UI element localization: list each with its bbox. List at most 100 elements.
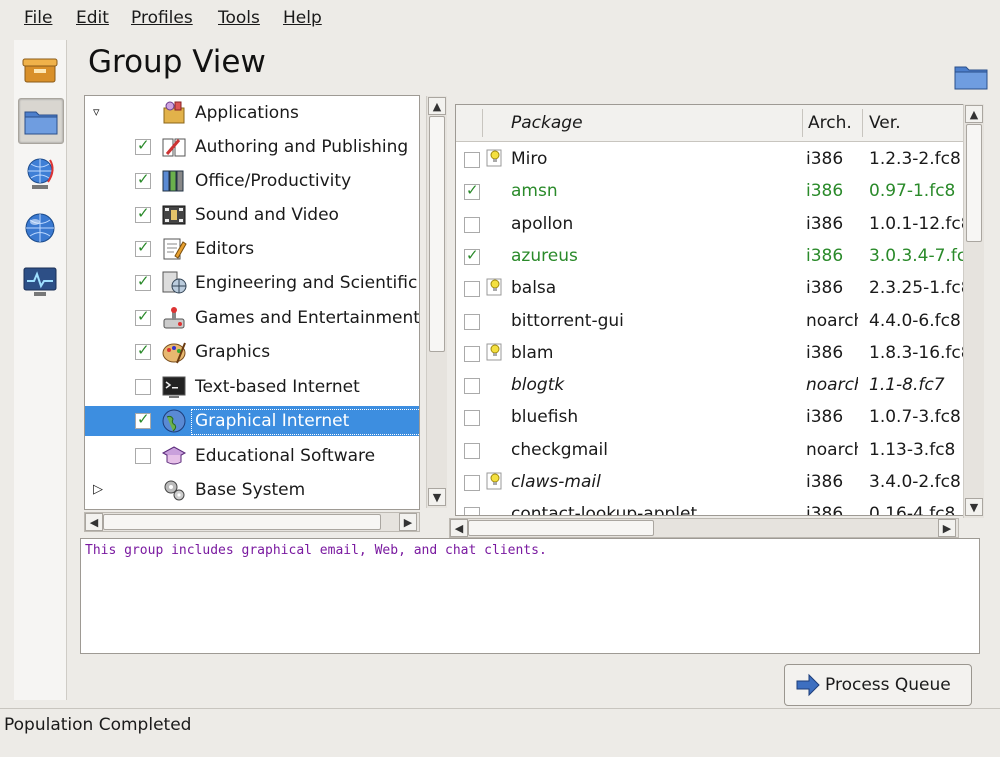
group-checkbox[interactable] xyxy=(135,448,151,464)
package-row[interactable]: bittorrent-gui noarch 4.4.0-6.fc8 xyxy=(456,305,964,337)
group-checkbox[interactable] xyxy=(135,341,151,360)
package-vertical-scrollbar[interactable]: ▲ ▼ xyxy=(963,104,984,518)
scroll-left-button[interactable]: ◀ xyxy=(85,513,103,531)
applications-icon xyxy=(161,100,187,126)
package-icon[interactable] xyxy=(18,48,62,92)
scroll-up-button[interactable]: ▲ xyxy=(428,97,446,115)
package-row[interactable]: azureus i386 3.0.3.4-7.fc8 xyxy=(456,240,964,272)
package-checkbox[interactable] xyxy=(464,281,480,298)
package-checkbox[interactable] xyxy=(464,442,480,459)
package-checkbox[interactable] xyxy=(464,475,480,491)
scrollbar-thumb[interactable] xyxy=(966,124,982,242)
package-row[interactable]: bluefish i386 1.0.7-3.fc8 xyxy=(456,401,964,433)
package-row[interactable]: checkgmail noarch 1.13-3.fc8 xyxy=(456,434,964,466)
scroll-left-button[interactable]: ◀ xyxy=(450,519,468,537)
package-version: 1.0.1-12.fc8 xyxy=(869,213,965,234)
globe-icon[interactable] xyxy=(18,206,62,250)
package-checkbox[interactable] xyxy=(464,152,480,168)
group-tree[interactable]: ▿ Applications Authoring and Publishing Off… xyxy=(84,95,420,510)
package-checkbox[interactable] xyxy=(464,246,480,265)
group-checkbox[interactable] xyxy=(135,272,151,291)
column-arch[interactable]: Arch. xyxy=(808,113,852,133)
tree-horizontal-scrollbar[interactable]: ◀ ▶ xyxy=(84,512,420,532)
package-checkbox[interactable] xyxy=(464,345,480,362)
package-row[interactable]: Miro i386 1.2.3-2.fc8 xyxy=(456,143,964,175)
column-version[interactable]: Ver. xyxy=(869,113,901,133)
package-row[interactable]: apollon i386 1.0.1-12.fc8 xyxy=(456,208,964,240)
network-globe-icon[interactable] xyxy=(18,152,62,196)
group-label: Graphics xyxy=(195,342,271,362)
group-checkbox[interactable] xyxy=(135,170,151,189)
group-label: Educational Software xyxy=(195,446,376,466)
tree-row-games-and-entertainment[interactable]: Games and Entertainment xyxy=(85,303,419,333)
group-checkbox[interactable] xyxy=(135,204,151,223)
group-checkbox[interactable] xyxy=(135,379,151,395)
package-version: 2.3.25-1.fc8 xyxy=(869,278,965,299)
tree-row-text-based-internet[interactable]: Text-based Internet xyxy=(85,372,419,402)
tree-row-sound-and-video[interactable]: Sound and Video xyxy=(85,200,419,230)
expander-expanded-icon[interactable]: ▿ xyxy=(93,105,100,120)
package-row[interactable]: claws-mail i386 3.4.0-2.fc8 xyxy=(456,466,964,498)
tree-row-authoring-and-publishing[interactable]: Authoring and Publishing xyxy=(85,132,419,162)
menu-profiles[interactable]: Profiles xyxy=(131,8,193,28)
tree-row-educational-software[interactable]: Educational Software xyxy=(85,441,419,471)
page-title: Group View xyxy=(88,44,266,80)
group-label: Editors xyxy=(195,239,255,259)
scroll-right-button[interactable]: ▶ xyxy=(399,513,417,531)
package-name: blogtk xyxy=(511,375,565,396)
package-arch: noarch xyxy=(806,310,858,331)
column-package[interactable]: Package xyxy=(511,113,583,133)
group-checkbox[interactable] xyxy=(135,410,151,429)
scroll-up-button[interactable]: ▲ xyxy=(965,105,983,123)
package-arch: i386 xyxy=(806,149,844,169)
package-row[interactable]: blogtk noarch 1.1-8.fc7 xyxy=(456,369,964,401)
package-checkbox[interactable] xyxy=(464,181,480,201)
arrow-right-icon xyxy=(796,673,820,697)
package-row[interactable]: balsa i386 2.3.25-1.fc8 xyxy=(456,272,964,304)
tree-row-graphics[interactable]: Graphics xyxy=(85,337,419,367)
tree-row-office-productivity[interactable]: Office/Productivity xyxy=(85,166,419,196)
package-version: 3.0.3.4-7.fc8 xyxy=(869,245,964,266)
package-row[interactable]: amsn i386 0.97-1.fc8 xyxy=(456,175,964,207)
tree-row-engineering-and-scientific[interactable]: Engineering and Scientific xyxy=(85,268,419,298)
scroll-down-button[interactable]: ▼ xyxy=(428,488,446,506)
group-checkbox[interactable] xyxy=(135,238,151,257)
package-version: 0.16-4.fc8 xyxy=(869,504,956,516)
package-horizontal-scrollbar[interactable]: ◀ ▶ xyxy=(449,518,959,538)
package-name: checkgmail xyxy=(511,439,608,460)
scroll-right-button[interactable]: ▶ xyxy=(938,519,956,537)
package-checkbox[interactable] xyxy=(464,216,480,233)
menu-tools[interactable]: Tools xyxy=(218,8,260,28)
menu-file[interactable]: File xyxy=(24,8,52,28)
package-checkbox[interactable] xyxy=(464,378,480,395)
menu-help[interactable]: Help xyxy=(283,8,322,28)
package-checkbox[interactable] xyxy=(464,410,480,427)
scrollbar-thumb[interactable] xyxy=(429,116,445,352)
tree-row-base-system[interactable]: ▷ Base System xyxy=(85,475,419,505)
group-checkbox[interactable] xyxy=(135,136,151,155)
group-label: Sound and Video xyxy=(195,205,339,225)
package-name: amsn xyxy=(511,181,558,202)
tree-row-applications[interactable]: ▿ Applications xyxy=(85,98,419,128)
scrollbar-thumb[interactable] xyxy=(468,520,654,536)
tree-row-graphical-internet[interactable]: Graphical Internet xyxy=(85,406,419,436)
group-checkbox[interactable] xyxy=(135,307,151,326)
folder-icon[interactable] xyxy=(18,98,64,144)
expander-collapsed-icon[interactable]: ▷ xyxy=(93,482,103,497)
scroll-down-button[interactable]: ▼ xyxy=(965,498,983,516)
package-checkbox[interactable] xyxy=(464,507,480,515)
base-system-icon xyxy=(161,477,187,503)
package-row[interactable]: contact-lookup-applet i386 0.16-4.fc8 xyxy=(456,498,964,516)
package-checkbox[interactable] xyxy=(464,313,480,330)
scrollbar-thumb[interactable] xyxy=(103,514,381,530)
package-arch: i386 xyxy=(806,278,844,299)
tree-row-editors[interactable]: Editors xyxy=(85,234,419,264)
process-queue-button[interactable]: Process Queue xyxy=(784,664,972,706)
group-label: Authoring and Publishing xyxy=(195,137,409,157)
tree-vertical-scrollbar[interactable]: ▲ ▼ xyxy=(426,96,447,508)
package-list[interactable]: Package Arch. Ver. Miro i386 1.2.3-2.fc8 am… xyxy=(455,104,965,516)
package-row[interactable]: blam i386 1.8.3-16.fc8 xyxy=(456,337,964,369)
editors-icon xyxy=(161,236,187,262)
system-monitor-icon[interactable] xyxy=(18,260,62,304)
menu-edit[interactable]: Edit xyxy=(76,8,109,28)
